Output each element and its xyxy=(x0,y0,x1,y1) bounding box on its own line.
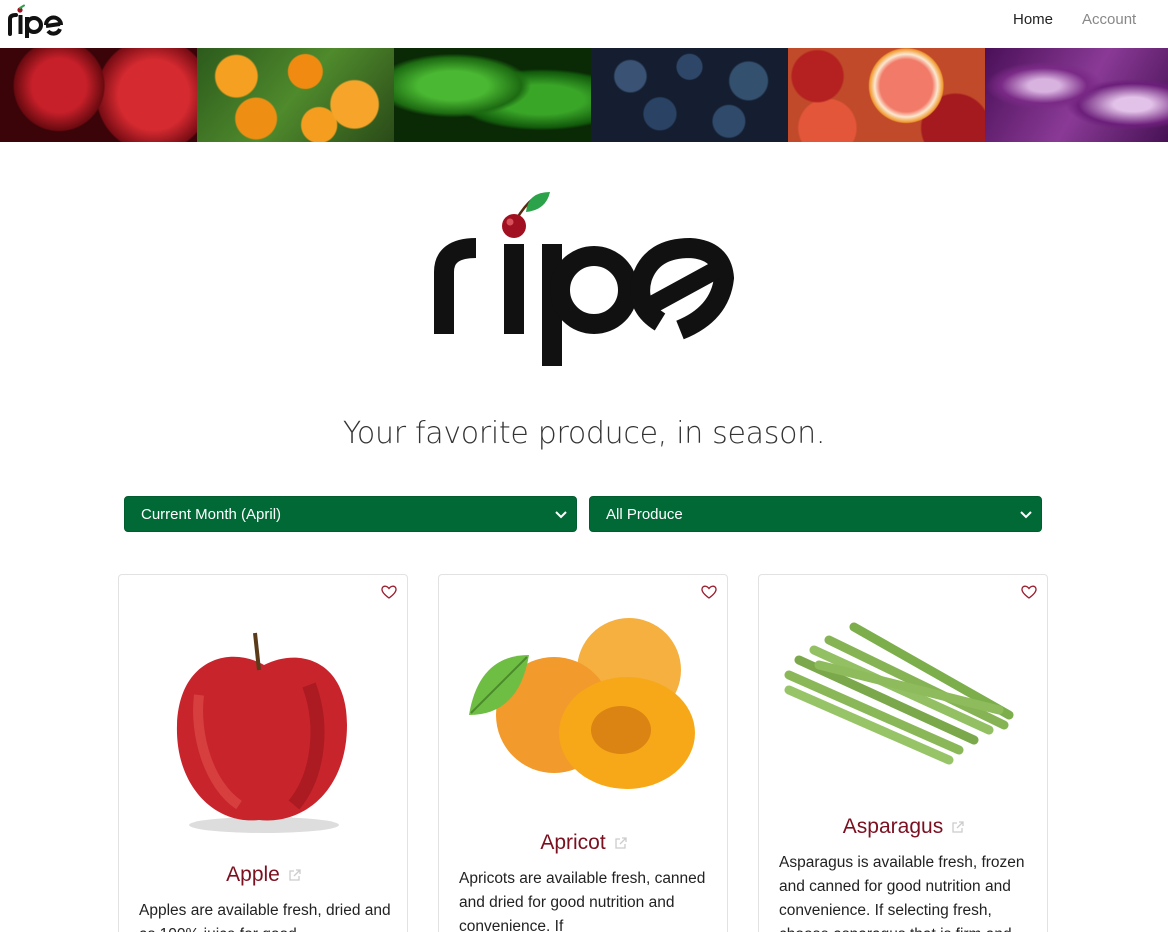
month-select-value: Current Month (April) xyxy=(141,506,282,523)
apple-image xyxy=(176,632,347,833)
nav-link-account[interactable]: Account xyxy=(1082,11,1136,28)
navbar: Home Account xyxy=(0,0,1168,48)
banner-tile-cabbage xyxy=(985,48,1168,142)
produce-select[interactable]: All Produce xyxy=(589,496,1042,532)
leaf-icon xyxy=(526,192,550,212)
produce-banner xyxy=(0,48,1168,142)
asparagus-image xyxy=(784,622,1014,765)
produce-card: Apricot Apricots are available fresh, ca… xyxy=(438,574,728,932)
nav-link-home[interactable]: Home xyxy=(1013,11,1053,28)
external-link-icon[interactable] xyxy=(288,868,302,882)
banner-tile-blueberries xyxy=(591,48,788,142)
external-link-icon[interactable] xyxy=(614,836,628,850)
banner-tile-oranges xyxy=(197,48,394,142)
produce-card: Apple Apples are available fresh, dried … xyxy=(118,574,408,932)
external-link-icon[interactable] xyxy=(951,820,965,834)
banner-tile-grapefruit xyxy=(788,48,985,142)
favorite-heart-icon[interactable] xyxy=(380,583,398,601)
card-description: Apricots are available fresh, canned and… xyxy=(459,870,706,932)
chevron-down-icon xyxy=(555,511,567,519)
card-title[interactable]: Apricot xyxy=(540,831,605,854)
hero-logo xyxy=(434,192,735,366)
banner-tile-apples xyxy=(0,48,197,142)
brand-logo[interactable] xyxy=(6,4,64,38)
produce-select-value: All Produce xyxy=(606,506,683,523)
banner-tile-peppers xyxy=(394,48,591,142)
card-description: Asparagus is available fresh, frozen and… xyxy=(779,854,1025,932)
cherry-icon xyxy=(502,214,526,238)
card-title[interactable]: Asparagus xyxy=(843,815,943,838)
produce-card: Asparagus Asparagus is available fresh, … xyxy=(758,574,1048,932)
favorite-heart-icon[interactable] xyxy=(1020,583,1038,601)
chevron-down-icon xyxy=(1020,511,1032,519)
card-description: Apples are available fresh, dried and as… xyxy=(139,902,391,932)
apricot-image xyxy=(469,618,695,789)
tagline: Your favorite produce, in season. xyxy=(342,416,826,451)
month-select[interactable]: Current Month (April) xyxy=(124,496,577,532)
favorite-heart-icon[interactable] xyxy=(700,583,718,601)
card-title[interactable]: Apple xyxy=(226,863,280,886)
